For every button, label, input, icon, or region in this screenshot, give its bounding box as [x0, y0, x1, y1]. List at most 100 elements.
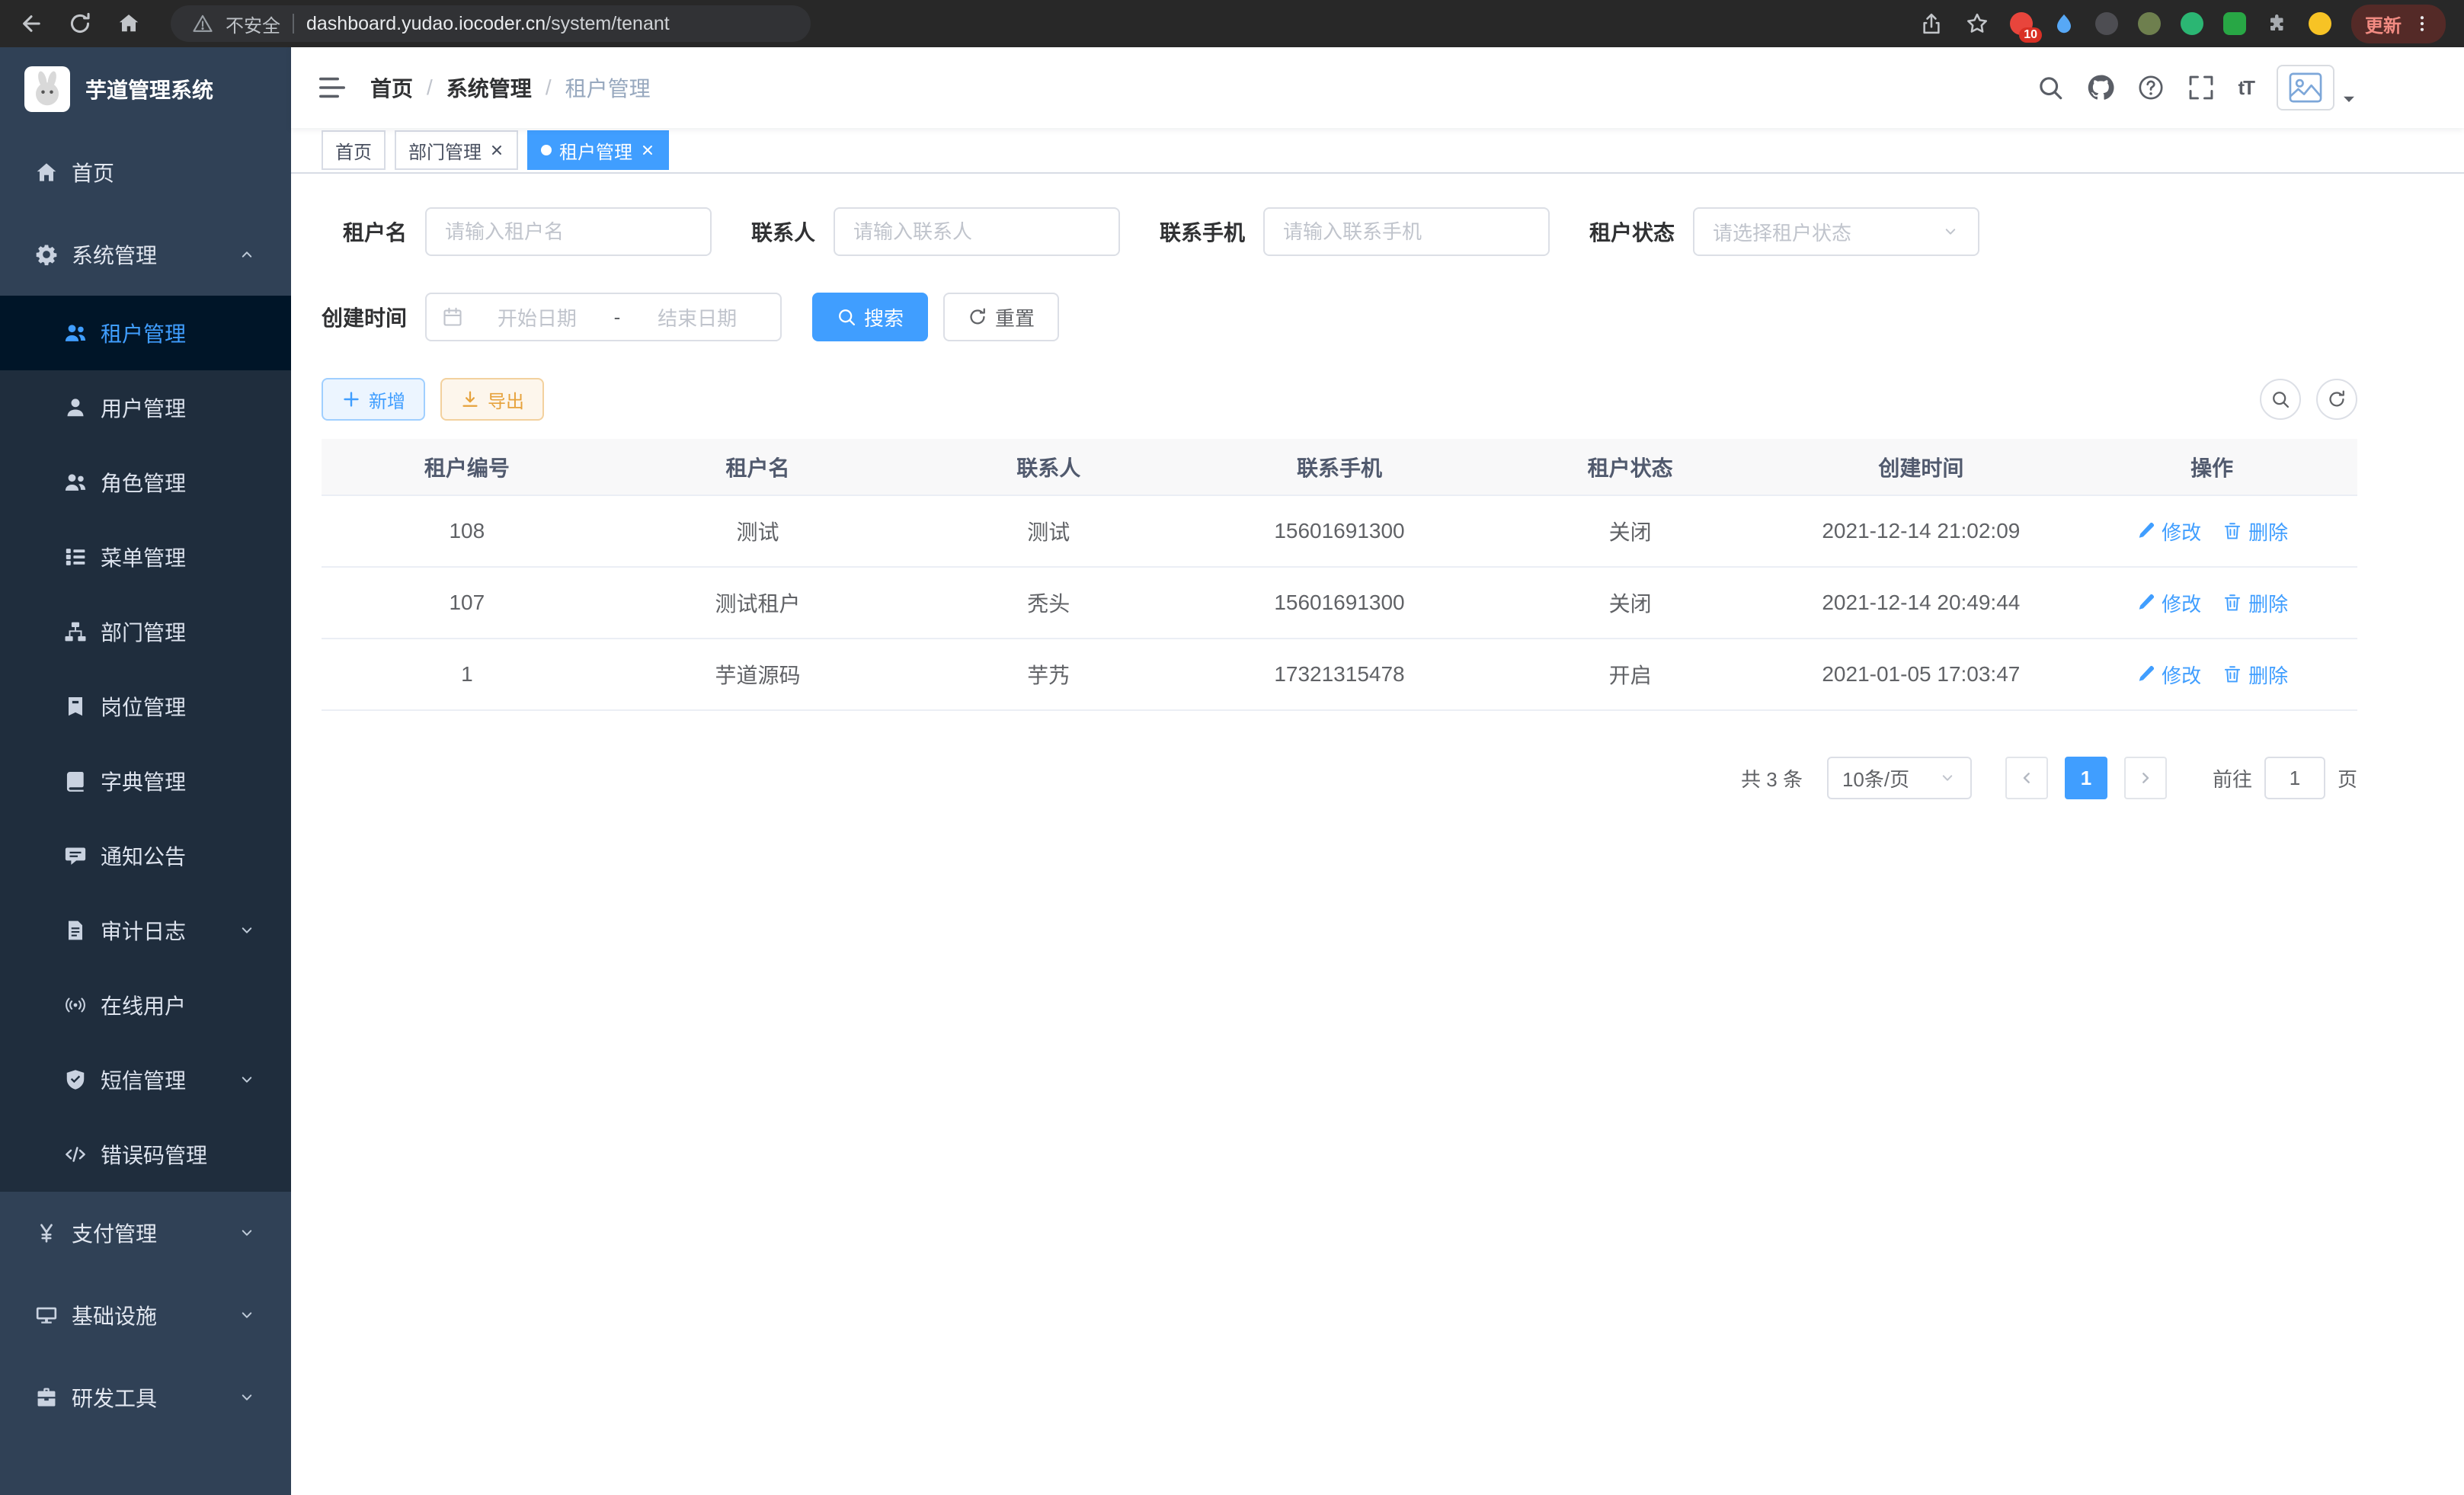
sidebar-item-online-users[interactable]: 在线用户 — [0, 968, 291, 1042]
logo-image — [24, 66, 70, 112]
search-button[interactable]: 搜索 — [812, 293, 928, 341]
sidebar-item-tenant-management[interactable]: 租户管理 — [0, 296, 291, 370]
export-button[interactable]: 导出 — [440, 378, 544, 421]
end-date-placeholder: 结束日期 — [629, 303, 765, 331]
extension-icon-5[interactable] — [2181, 12, 2203, 35]
sidebar-item-audit-log[interactable]: 审计日志 — [0, 893, 291, 968]
contact-mobile-input[interactable] — [1263, 207, 1550, 256]
cell-contact: 芋艿 — [903, 639, 1194, 710]
url-path: /system/tenant — [546, 13, 670, 34]
table-header-row: 租户编号 租户名 联系人 联系手机 租户状态 创建时间 操作 — [322, 439, 2357, 495]
reload-icon[interactable] — [67, 11, 93, 37]
back-icon[interactable] — [18, 11, 44, 37]
sidebar-item-dict-management[interactable]: 字典管理 — [0, 744, 291, 818]
browser-home-icon[interactable] — [116, 11, 142, 37]
hamburger-icon[interactable] — [317, 72, 347, 103]
goto-page-input[interactable] — [2264, 757, 2325, 799]
column-header: 创建时间 — [1776, 439, 2067, 495]
search-icon[interactable] — [2037, 74, 2064, 101]
font-size-icon[interactable]: tT — [2238, 76, 2254, 100]
cell-status: 开启 — [1485, 639, 1776, 710]
extension-icon-1[interactable]: 10 — [2010, 12, 2033, 35]
tab-tenant-management[interactable]: 租户管理 — [527, 130, 669, 170]
search-button-label: 搜索 — [864, 303, 904, 331]
github-icon[interactable] — [2087, 74, 2114, 101]
extension-icon-2[interactable] — [2053, 12, 2075, 35]
breadcrumb-system[interactable]: 系统管理 — [446, 72, 532, 103]
breadcrumb-home[interactable]: 首页 — [370, 72, 413, 103]
add-button[interactable]: 新增 — [322, 378, 425, 421]
search-icon — [837, 307, 856, 327]
tags-view: 首页 部门管理 租户管理 — [291, 128, 2464, 174]
fullscreen-icon[interactable] — [2187, 74, 2215, 101]
tab-home[interactable]: 首页 — [322, 130, 386, 170]
next-page-button[interactable] — [2124, 757, 2167, 799]
extension-icon-4[interactable] — [2138, 12, 2161, 35]
tenant-status-select[interactable]: 请选择租户状态 — [1693, 207, 1979, 256]
sidebar-item-system-management[interactable]: 系统管理 — [0, 213, 291, 296]
download-icon — [460, 389, 480, 409]
sidebar-item-error-code[interactable]: 错误码管理 — [0, 1117, 291, 1192]
sidebar-item-label: 角色管理 — [101, 467, 186, 498]
sidebar-item-payment[interactable]: 支付管理 — [0, 1192, 291, 1274]
refresh-table-button[interactable] — [2316, 379, 2357, 420]
app-logo[interactable]: 芋道管理系统 — [0, 47, 291, 131]
help-icon[interactable] — [2137, 74, 2165, 101]
toggle-search-button[interactable] — [2260, 379, 2301, 420]
contact-mobile-label: 联系手机 — [1160, 216, 1245, 247]
active-dot — [541, 145, 552, 155]
table-tools — [2260, 379, 2357, 420]
close-icon[interactable] — [489, 142, 504, 158]
update-button[interactable]: 更新 — [2351, 5, 2446, 43]
sidebar-item-role-management[interactable]: 角色管理 — [0, 445, 291, 520]
page-size-value: 10条/页 — [1842, 764, 1909, 792]
date-range-picker[interactable]: 开始日期 - 结束日期 — [425, 293, 782, 341]
page-button-1[interactable]: 1 — [2065, 757, 2107, 799]
delete-label: 删除 — [2248, 661, 2288, 689]
extension-icon-8[interactable] — [2309, 12, 2331, 35]
extension-icon-6[interactable] — [2223, 12, 2246, 35]
sidebar-item-dev-tools[interactable]: 研发工具 — [0, 1356, 291, 1439]
address-bar[interactable]: 不安全 dashboard.yudao.iocoder.cn/system/te… — [171, 5, 811, 42]
url-text: dashboard.yudao.iocoder.cn/system/tenant — [306, 13, 670, 35]
user-avatar[interactable] — [2277, 65, 2357, 110]
share-icon[interactable] — [1918, 11, 1944, 37]
sidebar-item-post-management[interactable]: 岗位管理 — [0, 669, 291, 744]
close-icon[interactable] — [640, 142, 655, 158]
delete-button[interactable]: 删除 — [2222, 589, 2288, 617]
broken-image-icon — [2287, 72, 2324, 104]
sidebar-item-label: 岗位管理 — [101, 691, 186, 722]
sidebar: 芋道管理系统 首页 系统管理 租户管理 — [0, 47, 291, 1495]
sidebar-item-menu-management[interactable]: 菜单管理 — [0, 520, 291, 594]
contact-person-input[interactable] — [834, 207, 1120, 256]
menu-dots-icon[interactable] — [2412, 14, 2432, 34]
delete-button[interactable]: 删除 — [2222, 517, 2288, 546]
sidebar-item-notice[interactable]: 通知公告 — [0, 818, 291, 893]
tab-dept-management[interactable]: 部门管理 — [395, 130, 518, 170]
edit-label: 修改 — [2162, 661, 2201, 689]
page-size-select[interactable]: 10条/页 — [1827, 757, 1972, 799]
sidebar-item-label: 通知公告 — [101, 840, 186, 871]
total-count: 共 3 条 — [1741, 764, 1803, 792]
sidebar-item-infrastructure[interactable]: 基础设施 — [0, 1274, 291, 1356]
cell-tenant-id: 1 — [322, 639, 613, 710]
chevron-down-icon — [238, 1306, 256, 1324]
reset-button[interactable]: 重置 — [943, 293, 1059, 341]
start-date-placeholder: 开始日期 — [469, 303, 605, 331]
sidebar-item-dept-management[interactable]: 部门管理 — [0, 594, 291, 669]
edit-button[interactable]: 修改 — [2136, 517, 2201, 546]
sidebar-item-sms-management[interactable]: 短信管理 — [0, 1042, 291, 1117]
sidebar-item-user-management[interactable]: 用户管理 — [0, 370, 291, 445]
bookmark-star-icon[interactable] — [1964, 11, 1990, 37]
cell-created: 2021-01-05 17:03:47 — [1776, 639, 2067, 710]
breadcrumb: 首页 / 系统管理 / 租户管理 — [370, 72, 651, 103]
prev-page-button[interactable] — [2005, 757, 2048, 799]
delete-button[interactable]: 删除 — [2222, 661, 2288, 689]
extension-icon-3[interactable] — [2095, 12, 2118, 35]
edit-button[interactable]: 修改 — [2136, 661, 2201, 689]
tenant-name-input[interactable] — [425, 207, 712, 256]
sidebar-item-home[interactable]: 首页 — [0, 131, 291, 213]
chevron-down-icon — [238, 1224, 256, 1242]
extensions-puzzle-icon[interactable] — [2266, 12, 2289, 35]
edit-button[interactable]: 修改 — [2136, 589, 2201, 617]
